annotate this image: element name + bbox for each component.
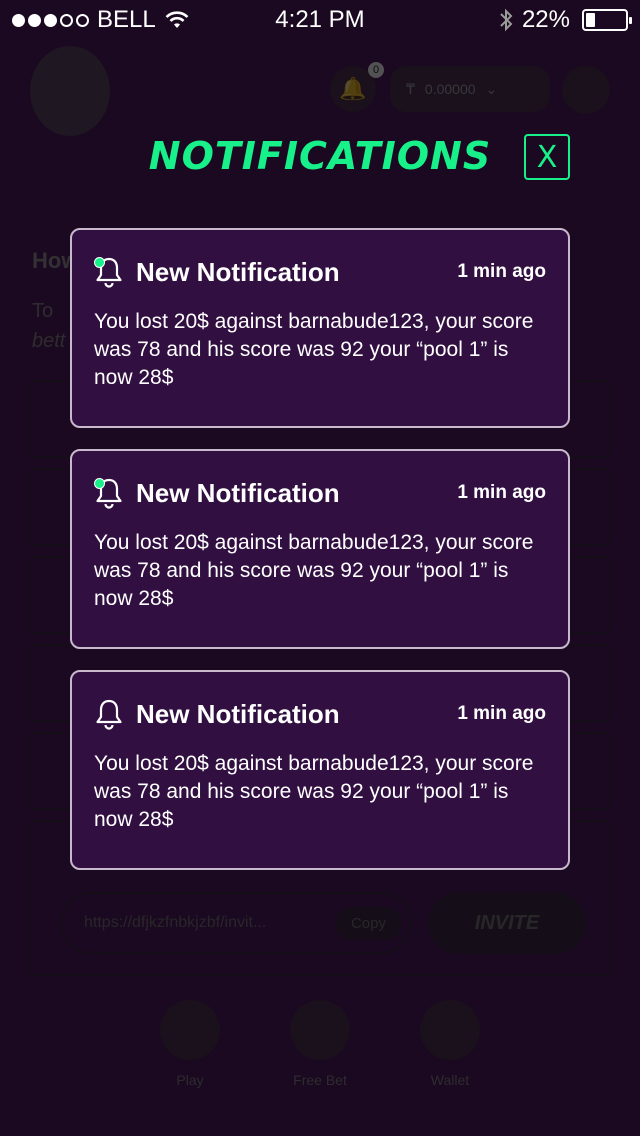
notifications-modal: NOTIFICATIONS X New Notification 1 min a… <box>0 40 640 1136</box>
notification-body: You lost 20$ against barnabude123, your … <box>94 310 534 389</box>
notification-time: 1 min ago <box>457 261 546 282</box>
bluetooth-icon <box>500 8 513 32</box>
status-bar: BELL 4:21 PM 22% <box>0 0 640 40</box>
bell-icon <box>94 256 124 288</box>
bell-icon <box>94 477 124 509</box>
notification-header: New Notification 1 min ago <box>94 252 546 292</box>
battery-percent: 22% <box>521 6 570 33</box>
notification-header: New Notification 1 min ago <box>94 473 546 513</box>
wifi-icon <box>165 11 189 28</box>
notification-body: You lost 20$ against barnabude123, your … <box>94 752 534 831</box>
notification-card[interactable]: New Notification 1 min ago You lost 20$ … <box>70 228 570 428</box>
battery-icon <box>582 9 632 31</box>
status-left: BELL <box>12 6 190 34</box>
notification-time: 1 min ago <box>457 482 546 503</box>
carrier-name: BELL <box>97 6 156 33</box>
close-button[interactable]: X <box>524 134 570 180</box>
notification-title: New Notification <box>136 256 340 287</box>
signal-strength-icon <box>12 13 89 27</box>
notification-header-left: New Notification <box>94 698 340 730</box>
notification-card[interactable]: New Notification 1 min ago You lost 20$ … <box>70 449 570 649</box>
status-right: 22% <box>498 6 632 34</box>
notification-header-left: New Notification <box>94 477 340 509</box>
notification-body: You lost 20$ against barnabude123, your … <box>94 531 534 610</box>
notification-header-left: New Notification <box>94 256 340 288</box>
notification-time: 1 min ago <box>457 703 546 724</box>
bell-icon <box>94 698 124 730</box>
notification-card[interactable]: New Notification 1 min ago You lost 20$ … <box>70 670 570 870</box>
notification-title: New Notification <box>136 477 340 508</box>
unread-indicator <box>94 478 105 489</box>
battery-fill <box>586 13 595 27</box>
notification-header: New Notification 1 min ago <box>94 694 546 734</box>
notification-title: New Notification <box>136 698 340 729</box>
unread-indicator <box>94 257 105 268</box>
bell-icon-svg <box>96 699 122 730</box>
